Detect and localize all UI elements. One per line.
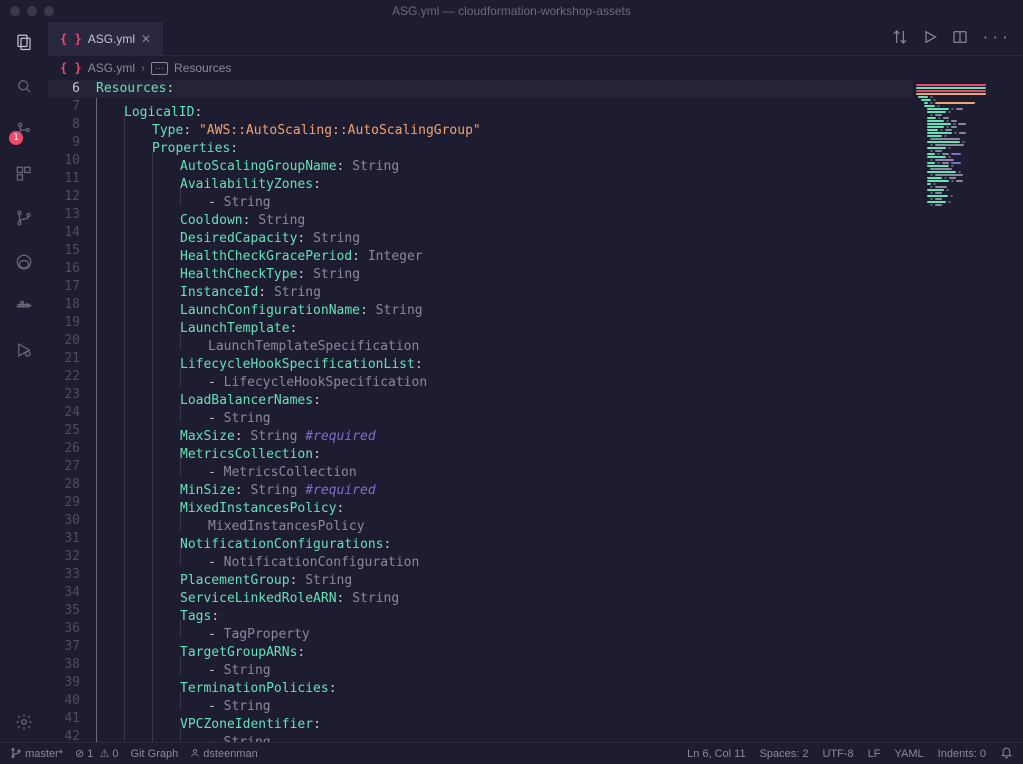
code-line[interactable]: 30MixedInstancesPolicy bbox=[48, 512, 1023, 530]
code-line[interactable]: 24- String bbox=[48, 404, 1023, 422]
code-line[interactable]: 11AvailabilityZones: bbox=[48, 170, 1023, 188]
code-line[interactable]: 15HealthCheckGracePeriod: Integer bbox=[48, 242, 1023, 260]
status-problems[interactable]: ⊘ 1 ⚠ 0 bbox=[75, 747, 119, 760]
code-line[interactable]: 41VPCZoneIdentifier: bbox=[48, 710, 1023, 728]
scm-badge: 1 bbox=[9, 131, 23, 145]
status-spaces[interactable]: Spaces: 2 bbox=[760, 748, 809, 760]
code-line[interactable]: 25MaxSize: String #required bbox=[48, 422, 1023, 440]
code-line[interactable]: 8Type: "AWS::AutoScaling::AutoScalingGro… bbox=[48, 116, 1023, 134]
code-line[interactable]: 21LifecycleHookSpecificationList: bbox=[48, 350, 1023, 368]
code-line[interactable]: 40- String bbox=[48, 692, 1023, 710]
extensions-icon[interactable] bbox=[12, 162, 36, 186]
tab-label: ASG.yml bbox=[88, 32, 135, 46]
code-line[interactable]: 14DesiredCapacity: String bbox=[48, 224, 1023, 242]
code-line[interactable]: 9Properties: bbox=[48, 134, 1023, 152]
code-line[interactable]: 10AutoScalingGroupName: String bbox=[48, 152, 1023, 170]
status-branch[interactable]: master* bbox=[10, 747, 63, 760]
run-debug-icon[interactable] bbox=[12, 338, 36, 362]
status-eol[interactable]: LF bbox=[868, 748, 881, 760]
status-indents[interactable]: Indents: 0 bbox=[938, 748, 986, 760]
code-line[interactable]: 26MetricsCollection: bbox=[48, 440, 1023, 458]
code-line[interactable]: 12- String bbox=[48, 188, 1023, 206]
close-icon[interactable]: ✕ bbox=[141, 32, 151, 46]
more-icon[interactable]: ··· bbox=[982, 31, 1011, 46]
code-line[interactable]: 31NotificationConfigurations: bbox=[48, 530, 1023, 548]
status-encoding[interactable]: UTF-8 bbox=[823, 748, 854, 760]
code-line[interactable]: 20LaunchTemplateSpecification bbox=[48, 332, 1023, 350]
search-icon[interactable] bbox=[12, 74, 36, 98]
code-line[interactable]: 28MinSize: String #required bbox=[48, 476, 1023, 494]
code-line[interactable]: 6Resources: bbox=[48, 80, 1023, 98]
code-line[interactable]: 36- TagProperty bbox=[48, 620, 1023, 638]
breadcrumb-file: ASG.yml bbox=[88, 61, 135, 75]
status-position[interactable]: Ln 6, Col 11 bbox=[687, 748, 746, 760]
tab-bar: { } ASG.yml ✕ ··· bbox=[48, 22, 1023, 56]
breadcrumb-symbol: Resources bbox=[174, 61, 231, 75]
github-icon[interactable] bbox=[12, 250, 36, 274]
code-line[interactable]: 38- String bbox=[48, 656, 1023, 674]
code-line[interactable]: 18LaunchConfigurationName: String bbox=[48, 296, 1023, 314]
status-gitgraph[interactable]: Git Graph bbox=[131, 748, 179, 760]
activity-bar: 1 bbox=[0, 22, 48, 742]
code-line[interactable]: 7LogicalID: bbox=[48, 98, 1023, 116]
code-editor[interactable]: 6Resources:7LogicalID:8Type: "AWS::AutoS… bbox=[48, 80, 1023, 742]
status-language[interactable]: YAML bbox=[895, 748, 924, 760]
code-line[interactable]: 29MixedInstancesPolicy: bbox=[48, 494, 1023, 512]
code-line[interactable]: 19LaunchTemplate: bbox=[48, 314, 1023, 332]
compare-icon[interactable] bbox=[892, 29, 908, 49]
status-user[interactable]: dsteenman bbox=[190, 748, 258, 760]
code-line[interactable]: 17InstanceId: String bbox=[48, 278, 1023, 296]
docker-icon[interactable] bbox=[12, 294, 36, 318]
status-bar: master* ⊘ 1 ⚠ 0 Git Graph dsteenman Ln 6… bbox=[0, 742, 1023, 764]
yaml-file-icon: { } bbox=[60, 32, 82, 46]
run-icon[interactable] bbox=[922, 29, 938, 49]
code-line[interactable]: 13Cooldown: String bbox=[48, 206, 1023, 224]
explorer-icon[interactable] bbox=[12, 30, 36, 54]
code-line[interactable]: 35Tags: bbox=[48, 602, 1023, 620]
code-line[interactable]: 27- MetricsCollection bbox=[48, 458, 1023, 476]
breadcrumb[interactable]: { } ASG.yml › ⋯ Resources bbox=[48, 56, 1023, 80]
code-line[interactable]: 42- String bbox=[48, 728, 1023, 742]
window-title: ASG.yml — cloudformation-workshop-assets bbox=[392, 4, 631, 18]
code-line[interactable]: 37TargetGroupARNs: bbox=[48, 638, 1023, 656]
chevron-right-icon: › bbox=[141, 61, 145, 75]
tab-asg-yml[interactable]: { } ASG.yml ✕ bbox=[48, 22, 164, 55]
code-line[interactable]: 22- LifecycleHookSpecification bbox=[48, 368, 1023, 386]
code-line[interactable]: 32- NotificationConfiguration bbox=[48, 548, 1023, 566]
symbol-icon: ⋯ bbox=[151, 62, 168, 75]
code-line[interactable]: 39TerminationPolicies: bbox=[48, 674, 1023, 692]
code-line[interactable]: 34ServiceLinkedRoleARN: String bbox=[48, 584, 1023, 602]
minimap[interactable] bbox=[913, 80, 1023, 742]
settings-icon[interactable] bbox=[12, 710, 36, 734]
code-line[interactable]: 33PlacementGroup: String bbox=[48, 566, 1023, 584]
source-control-icon[interactable]: 1 bbox=[12, 118, 36, 142]
yaml-file-icon: { } bbox=[60, 61, 82, 75]
split-editor-icon[interactable] bbox=[952, 29, 968, 49]
window-titlebar: ASG.yml — cloudformation-workshop-assets bbox=[0, 0, 1023, 22]
traffic-lights[interactable] bbox=[10, 6, 54, 16]
code-line[interactable]: 16HealthCheckType: String bbox=[48, 260, 1023, 278]
code-line[interactable]: 23LoadBalancerNames: bbox=[48, 386, 1023, 404]
git-branch-icon[interactable] bbox=[12, 206, 36, 230]
bell-icon[interactable] bbox=[1000, 746, 1013, 762]
